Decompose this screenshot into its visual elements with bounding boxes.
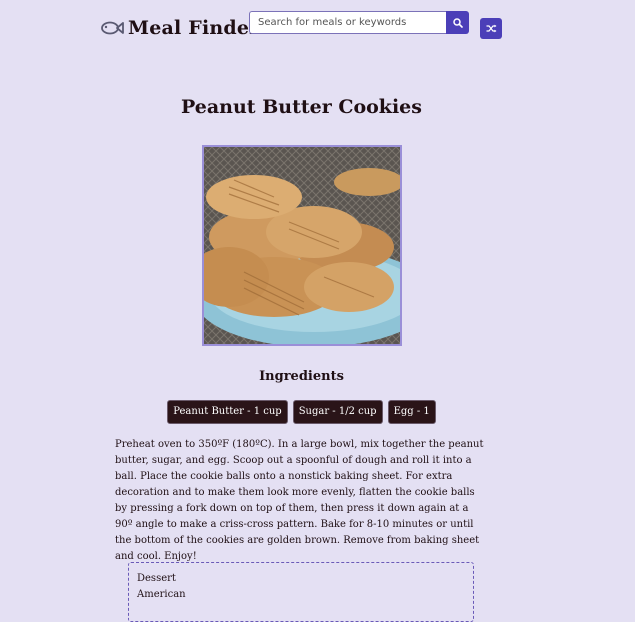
- search-button[interactable]: [446, 11, 469, 34]
- ingredient-item: Peanut Butter - 1 cup: [167, 400, 288, 424]
- search-icon: [452, 17, 463, 28]
- peanut-butter-cookies-photo: [204, 147, 400, 344]
- ingredient-item: Egg - 1: [387, 400, 436, 424]
- header: Meal Finder: [0, 0, 635, 60]
- random-meal-button[interactable]: [480, 18, 502, 39]
- fish-icon: [101, 21, 124, 35]
- ingredients-list: Peanut Butter - 1 cup Sugar - 1/2 cup Eg…: [0, 400, 603, 424]
- search-input[interactable]: [249, 11, 446, 34]
- meal-category: Dessert: [137, 573, 176, 584]
- ingredients-heading: Ingredients: [259, 369, 344, 384]
- instructions: Preheat oven to 350ºF (180ºC). In a larg…: [115, 439, 484, 562]
- ingredient-item: Sugar - 1/2 cup: [292, 400, 383, 424]
- app-title: Meal Finder: [128, 17, 260, 39]
- meal-info-box: Dessert American: [128, 562, 474, 622]
- meal-image: [202, 145, 402, 346]
- search-form: [249, 11, 469, 34]
- meal-title: Peanut Butter Cookies: [181, 96, 422, 118]
- shuffle-icon: [486, 24, 496, 33]
- logo: Meal Finder: [100, 17, 259, 39]
